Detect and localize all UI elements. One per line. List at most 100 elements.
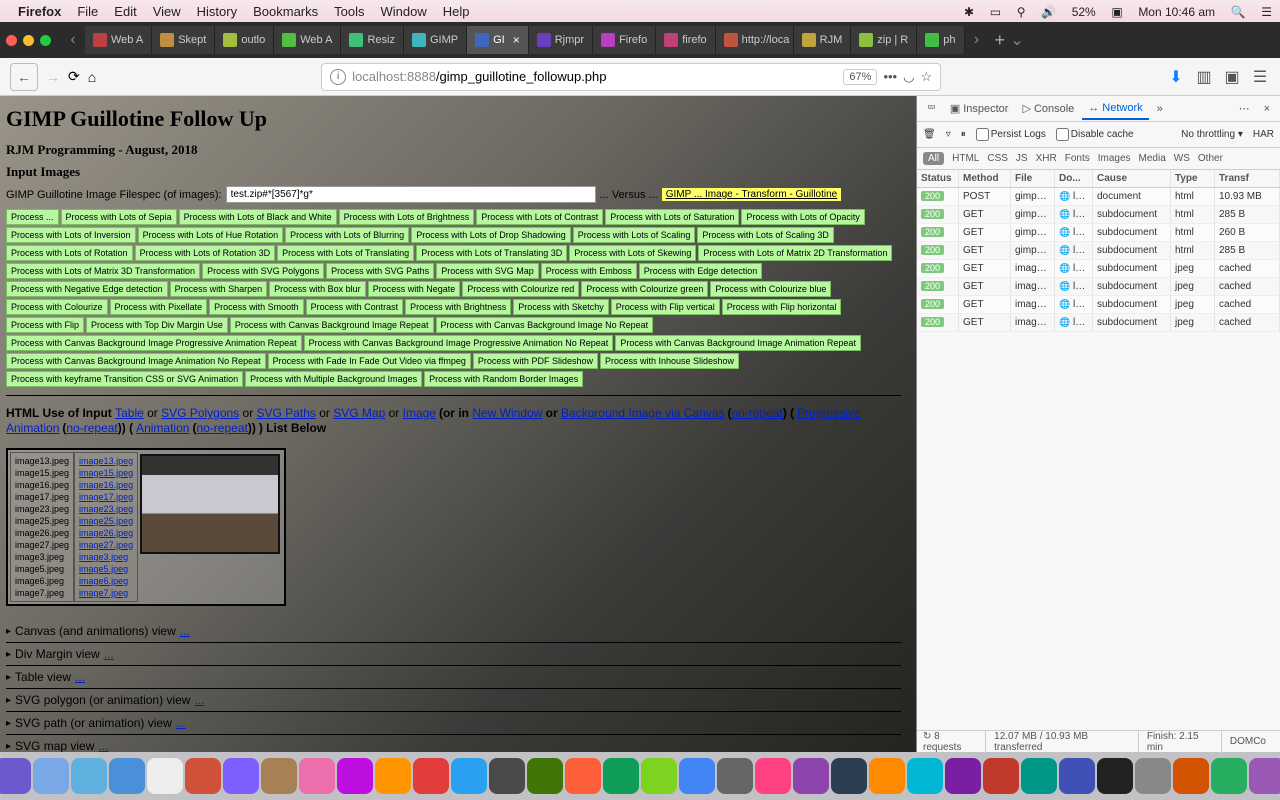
site-info-icon[interactable]: i — [330, 69, 346, 85]
process-button[interactable]: Process with Lots of Matrix 3D Transform… — [6, 263, 200, 279]
reload-button[interactable]: ⟳ — [68, 68, 80, 85]
menubar-app[interactable]: Firefox — [18, 4, 61, 19]
process-button[interactable]: Process with Emboss — [541, 263, 637, 279]
dock-app-icon[interactable] — [299, 758, 335, 794]
disclosure-row[interactable]: SVG polygon (or animation) view ... — [6, 689, 901, 712]
dock-app-icon[interactable] — [71, 758, 107, 794]
process-button[interactable]: Process with Lots of Sepia — [61, 209, 177, 225]
process-button[interactable]: Process with PDF Slideshow — [473, 353, 598, 369]
process-button[interactable]: Process with Canvas Background Image Pro… — [6, 335, 302, 351]
link-norepeat2[interactable]: no-repeat — [66, 421, 117, 435]
dock-app-icon[interactable] — [1097, 758, 1133, 794]
process-button[interactable]: Process with Canvas Background Image Ani… — [6, 353, 266, 369]
gimp-help-link[interactable]: GIMP ... Image - Transform - Guillotine — [662, 188, 842, 201]
filter-other[interactable]: Other — [1198, 153, 1223, 164]
tab-scroll-right-icon[interactable]: › — [965, 31, 989, 49]
link-bg-canvas[interactable]: Background Image via Canvas — [561, 406, 724, 420]
browser-tab[interactable]: Skept — [152, 26, 215, 54]
network-row[interactable]: 200GETimage2...🌐 loc...subdocumentjpegca… — [917, 278, 1280, 296]
dock-app-icon[interactable] — [679, 758, 715, 794]
dock-app-icon[interactable] — [1211, 758, 1247, 794]
network-row[interactable]: 200GETgimp_g...🌐 loc...subdocumenthtml28… — [917, 206, 1280, 224]
process-button[interactable]: Process with Colourize — [6, 299, 108, 315]
browser-tab[interactable]: firefo — [656, 26, 715, 54]
window-minimize-icon[interactable] — [23, 35, 34, 46]
dock-app-icon[interactable] — [1135, 758, 1171, 794]
process-button[interactable]: Process with Inhouse Slideshow — [600, 353, 739, 369]
process-button[interactable]: Process with Fade In Fade Out Video via … — [268, 353, 471, 369]
link-animation[interactable]: Animation — [136, 421, 189, 435]
downloads-icon[interactable]: ⬇ — [1166, 67, 1186, 87]
image-link[interactable]: image26.jpeg — [79, 527, 133, 539]
devtools-tab-network[interactable]: ↔Network — [1082, 98, 1148, 120]
bookmark-star-icon[interactable]: ☆ — [920, 69, 932, 85]
filter-media[interactable]: Media — [1139, 153, 1166, 164]
dock-app-icon[interactable] — [717, 758, 753, 794]
process-button[interactable]: Process with SVG Map — [436, 263, 539, 279]
network-row[interactable]: 200GETimage1...🌐 loc...subdocumentjpegca… — [917, 260, 1280, 278]
spotlight-icon[interactable]: 🔍 — [1231, 5, 1246, 19]
process-button[interactable]: Process with Lots of Rotation — [6, 245, 133, 261]
list-icon[interactable]: ☰ — [1261, 5, 1272, 19]
process-button[interactable]: Process with Smooth — [209, 299, 304, 315]
menu-icon[interactable]: ☰ — [1250, 67, 1270, 87]
devtools-settings-icon[interactable]: ⋯ — [1233, 98, 1256, 119]
filter-images[interactable]: Images — [1098, 153, 1131, 164]
persist-logs-checkbox[interactable]: Persist Logs — [976, 128, 1046, 141]
dock-app-icon[interactable] — [261, 758, 297, 794]
dock-app-icon[interactable] — [641, 758, 677, 794]
link-norepeat1[interactable]: no-repeat — [731, 406, 782, 420]
dock-app-icon[interactable] — [109, 758, 145, 794]
browser-tab[interactable]: Web A — [274, 26, 341, 54]
process-button[interactable]: Process with Lots of Black and White — [179, 209, 337, 225]
filter-all[interactable]: All — [923, 152, 944, 165]
devtools-more-icon[interactable]: » — [1151, 99, 1169, 119]
menubar-bookmarks[interactable]: Bookmarks — [253, 4, 318, 19]
filter-xhr[interactable]: XHR — [1036, 153, 1057, 164]
tab-scroll-left-icon[interactable]: ‹ — [61, 31, 85, 49]
dock-app-icon[interactable] — [413, 758, 449, 794]
process-button[interactable]: Process with SVG Paths — [326, 263, 434, 279]
process-button[interactable]: Process with Multiple Background Images — [245, 371, 422, 387]
process-button[interactable]: Process with Lots of Hue Rotation — [138, 227, 284, 243]
process-button[interactable]: Process with Sharpen — [170, 281, 268, 297]
dock-app-icon[interactable] — [907, 758, 943, 794]
image-link[interactable]: image23.jpeg — [79, 503, 133, 515]
dock-app-icon[interactable] — [945, 758, 981, 794]
dock-app-icon[interactable] — [337, 758, 373, 794]
image-link[interactable]: image13.jpeg — [79, 455, 133, 467]
devtools-tab-inspector[interactable]: ▣Inspector — [944, 98, 1015, 119]
browser-tab[interactable]: Resiz — [341, 26, 404, 54]
filter-css[interactable]: CSS — [987, 153, 1008, 164]
image-link[interactable]: image5.jpeg — [79, 563, 133, 575]
disclosure-row[interactable]: SVG map view ... — [6, 735, 901, 752]
process-button[interactable]: Process with Canvas Background Image Rep… — [230, 317, 434, 333]
process-button[interactable]: Process with Negative Edge detection — [6, 281, 168, 297]
link-image[interactable]: Image — [403, 406, 436, 420]
home-button[interactable]: ⌂ — [88, 69, 96, 85]
dock-app-icon[interactable] — [375, 758, 411, 794]
process-button[interactable]: Process with Colourize green — [581, 281, 708, 297]
dock-app-icon[interactable] — [185, 758, 221, 794]
process-button[interactable]: Process with Lots of Inversion — [6, 227, 136, 243]
menubar-view[interactable]: View — [153, 4, 181, 19]
pause-icon[interactable]: ⏸ — [961, 129, 966, 140]
dock-app-icon[interactable] — [869, 758, 905, 794]
browser-tab[interactable]: zip | R — [851, 26, 917, 54]
filter-html[interactable]: HTML — [952, 153, 979, 164]
devtools-tab-console[interactable]: ▷Console — [1016, 98, 1080, 119]
process-button[interactable]: Process with Brightness — [405, 299, 511, 315]
browser-tab[interactable]: ph — [917, 26, 964, 54]
browser-tab[interactable]: Firefo — [593, 26, 656, 54]
dock-app-icon[interactable] — [451, 758, 487, 794]
link-new-window[interactable]: New Window — [472, 406, 542, 420]
browser-tab[interactable]: RJM — [794, 26, 852, 54]
har-button[interactable]: HAR — [1253, 129, 1274, 140]
browser-tab[interactable]: Rjmpr — [529, 26, 593, 54]
airplay-icon[interactable]: ▭ — [990, 5, 1001, 19]
image-link[interactable]: image7.jpeg — [79, 587, 133, 599]
link-svg-polygons[interactable]: SVG Polygons — [161, 406, 239, 420]
image-link[interactable]: image3.jpeg — [79, 551, 133, 563]
disable-cache-checkbox[interactable]: Disable cache — [1056, 128, 1134, 141]
throttle-select[interactable]: No throttling ▾ — [1181, 129, 1243, 140]
